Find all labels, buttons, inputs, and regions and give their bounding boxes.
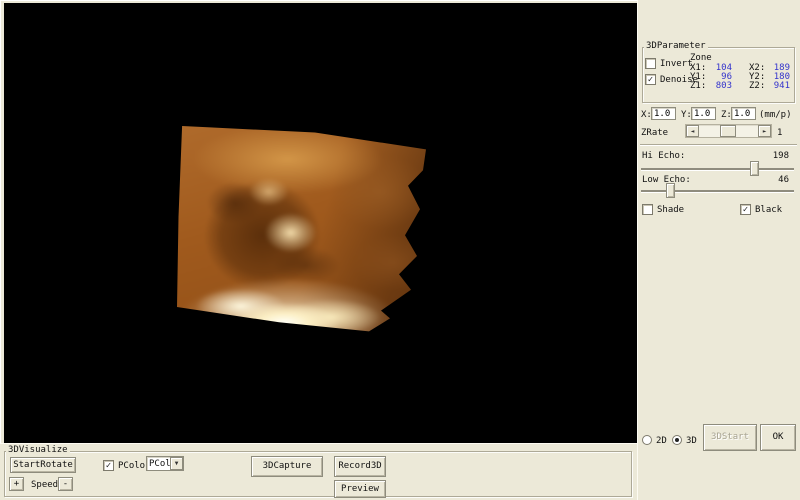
radio-dot bbox=[675, 438, 679, 442]
app-window: 3DParameter Invert ✓ Denoise Zone X1: 10… bbox=[0, 0, 800, 500]
shade-checkbox[interactable] bbox=[642, 204, 653, 215]
zone-title: Zone bbox=[690, 53, 712, 63]
mode-3d-radio[interactable] bbox=[672, 435, 682, 445]
scale-unit-label: (mm/p) bbox=[759, 110, 792, 120]
zone-z1-value: 803 bbox=[708, 81, 732, 91]
zone-z2-value: 941 bbox=[766, 81, 790, 91]
x-scale-input[interactable] bbox=[651, 107, 676, 120]
parameter-groupbox-title: 3DParameter bbox=[644, 42, 708, 51]
zrate-scrollbar[interactable]: ◄ ► bbox=[685, 124, 772, 138]
ultrasound-texture bbox=[144, 94, 456, 366]
zrate-scroll-left-icon[interactable]: ◄ bbox=[686, 125, 699, 137]
black-checkbox[interactable]: ✓ bbox=[740, 204, 751, 215]
zrate-value: 1 bbox=[777, 128, 782, 138]
dropdown-arrow-icon[interactable]: ▼ bbox=[170, 457, 183, 470]
hi-echo-slider-track[interactable] bbox=[641, 168, 794, 170]
ultrasound-render bbox=[150, 100, 450, 360]
pcolor-dropdown[interactable]: PColor ▼ bbox=[146, 456, 184, 471]
ok-button[interactable]: OK bbox=[760, 424, 796, 451]
panel-separator bbox=[640, 144, 797, 145]
low-echo-value: 46 bbox=[763, 175, 789, 185]
denoise-checkbox[interactable]: ✓ bbox=[645, 74, 656, 85]
zrate-label: ZRate bbox=[641, 128, 668, 138]
mode-2d-radio[interactable] bbox=[642, 435, 652, 445]
speed-minus-button[interactable]: - bbox=[58, 477, 73, 491]
visualize-groupbox-title: 3DVisualize bbox=[6, 446, 70, 455]
z-scale-input[interactable] bbox=[731, 107, 756, 120]
zrate-scroll-thumb[interactable] bbox=[720, 125, 736, 137]
viewport-3d[interactable] bbox=[4, 3, 637, 443]
visualize-panel: 3DVisualize StartRotate + Speed - ✓ PCol… bbox=[0, 443, 637, 500]
y-scale-input[interactable] bbox=[691, 107, 716, 120]
record-3d-button[interactable]: Record3D bbox=[334, 456, 386, 477]
parameter-panel: 3DParameter Invert ✓ Denoise Zone X1: 10… bbox=[637, 0, 800, 500]
zone-z1-label: Z1: bbox=[690, 81, 706, 91]
hi-echo-slider-thumb[interactable] bbox=[750, 161, 759, 176]
speed-label: Speed bbox=[31, 480, 58, 490]
hi-echo-value: 198 bbox=[763, 151, 789, 161]
start-3d-button: 3DStart bbox=[703, 424, 757, 451]
mode-3d-label: 3D bbox=[686, 436, 697, 446]
start-rotate-button[interactable]: StartRotate bbox=[10, 457, 76, 473]
shade-label: Shade bbox=[657, 205, 684, 215]
speed-plus-button[interactable]: + bbox=[9, 477, 24, 491]
zrate-scroll-right-icon[interactable]: ► bbox=[758, 125, 771, 137]
hi-echo-label: Hi Echo: bbox=[642, 151, 685, 161]
invert-label: Invert bbox=[660, 59, 693, 69]
capture-3d-button[interactable]: 3DCapture bbox=[251, 456, 323, 477]
mode-2d-label: 2D bbox=[656, 436, 667, 446]
black-label: Black bbox=[755, 205, 782, 215]
low-echo-slider-track[interactable] bbox=[641, 190, 794, 192]
low-echo-slider-thumb[interactable] bbox=[666, 183, 675, 198]
zone-z2-label: Z2: bbox=[749, 81, 765, 91]
invert-checkbox[interactable] bbox=[645, 58, 656, 69]
pcolor-checkbox[interactable]: ✓ bbox=[103, 460, 114, 471]
preview-button[interactable]: Preview bbox=[334, 480, 386, 498]
